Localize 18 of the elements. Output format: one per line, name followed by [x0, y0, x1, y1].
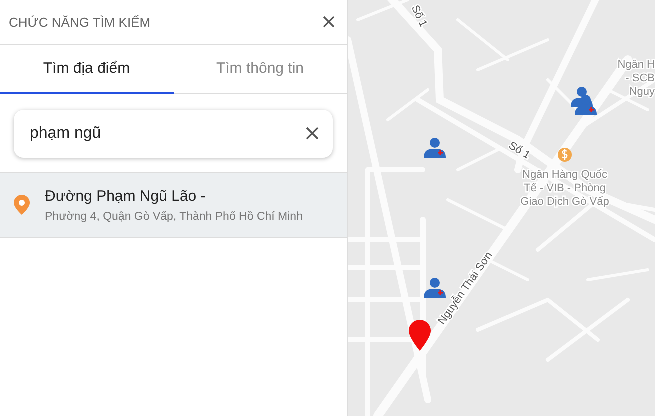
person-marker-icon[interactable] — [424, 138, 446, 158]
tab[interactable]: Tìm địa điểm — [0, 45, 174, 94]
close-icon[interactable] — [323, 16, 335, 28]
clear-icon[interactable] — [306, 127, 319, 140]
result-title: Đường Phạm Ngũ Lão - — [45, 188, 207, 204]
search-field[interactable]: phạm ngũ — [14, 110, 333, 158]
result-item[interactable]: Đường Phạm Ngũ Lão - Phường 4, Quận Gò Vấp, Thành Phố Hồ Chí Minh — [0, 172, 347, 238]
location-pin-icon[interactable] — [409, 320, 431, 351]
location-pin-icon — [13, 194, 31, 216]
place-label: Ngân Hàng Quốc Tế - VIB - Phòng Giao Dịch Gò Vấp — [520, 169, 610, 208]
street-label: Số 1 — [408, 4, 430, 30]
bank-marker-icon[interactable] — [558, 148, 572, 162]
street-label: Số 1 — [506, 140, 532, 162]
place-label: Ngân H - SCB Nguy — [618, 59, 655, 98]
result-address: Phường 4, Quận Gò Vấp, Thành Phố Hồ Chí Minh — [45, 210, 303, 222]
tab[interactable]: Tìm thông tin — [174, 45, 347, 94]
person-marker-icon[interactable] — [575, 95, 597, 115]
panel-title: CHỨC NĂNG TÌM KIẾM — [9, 14, 151, 30]
